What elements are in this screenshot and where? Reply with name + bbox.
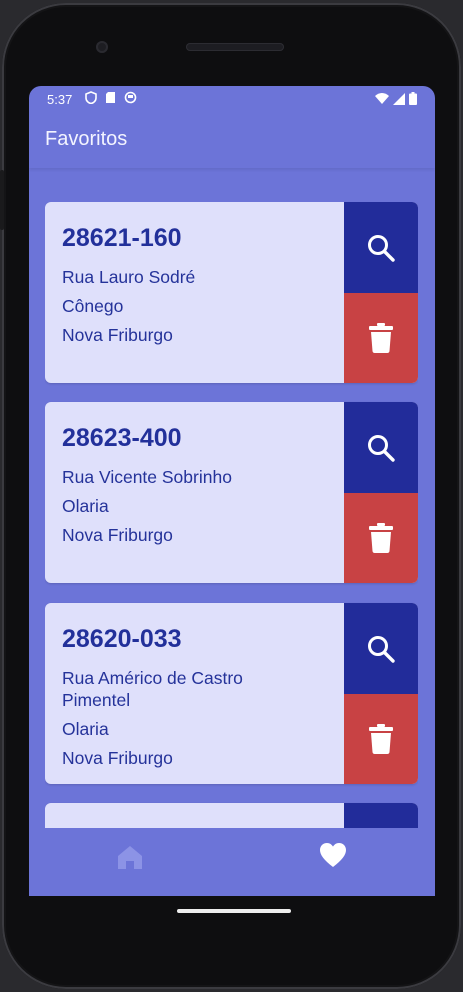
search-button[interactable] (344, 402, 418, 493)
heart-icon (320, 843, 346, 867)
trash-icon (369, 724, 393, 754)
gesture-home-pill[interactable] (177, 909, 291, 913)
battery-icon (409, 92, 417, 105)
shield-icon (85, 91, 97, 104)
status-system-icons (375, 92, 417, 105)
cep-code: 28623-400 (62, 424, 182, 452)
search-button[interactable] (344, 202, 418, 293)
card-actions (344, 803, 418, 828)
city-name: Nova Friburgo (62, 525, 173, 545)
side-button (0, 170, 4, 230)
page-title: Favoritos (45, 128, 128, 150)
neighborhood-name: Olaria (62, 496, 109, 516)
earpiece-speaker (186, 43, 284, 51)
search-button[interactable] (344, 803, 418, 828)
favorites-list[interactable]: 28621-160 Rua Lauro Sodré Cônego Nova Fr… (45, 202, 418, 828)
favorite-card-partial (45, 803, 418, 828)
favorite-card: 28623-400 Rua Vicente Sobrinho Olaria No… (45, 402, 418, 583)
sync-icon (124, 91, 137, 104)
app-screen: 5:37 Favoritos 28621-160 Rua Lauro Sodré… (29, 86, 435, 896)
favorite-card: 28621-160 Rua Lauro Sodré Cônego Nova Fr… (45, 202, 418, 383)
front-camera (96, 41, 108, 53)
search-icon (368, 234, 395, 262)
card-actions (344, 202, 418, 383)
neighborhood-name: Cônego (62, 296, 124, 316)
search-icon (368, 635, 395, 663)
delete-button[interactable] (344, 694, 418, 784)
card-actions (344, 603, 418, 784)
delete-button[interactable] (344, 293, 418, 383)
favorite-card-body: 28620-033 Rua Américo de Castro Pimentel… (45, 603, 344, 784)
cep-code: 28620-033 (62, 625, 182, 653)
neighborhood-name: Olaria (62, 719, 109, 739)
street-name: Rua Lauro Sodré (62, 267, 196, 287)
cep-code: 28621-160 (62, 224, 182, 252)
search-icon (368, 434, 395, 462)
favorite-card: 28620-033 Rua Américo de Castro Pimentel… (45, 603, 418, 784)
trash-icon (369, 523, 393, 553)
delete-button[interactable] (344, 493, 418, 583)
nav-home-button[interactable] (117, 844, 143, 875)
search-button[interactable] (344, 603, 418, 694)
top-app-bar: Favoritos (29, 112, 435, 168)
trash-icon (369, 323, 393, 353)
street-name: Rua Américo de Castro Pimentel (62, 668, 243, 710)
card-actions (344, 402, 418, 583)
bottom-navigation (29, 828, 435, 896)
status-bar: 5:37 (29, 86, 435, 112)
status-time: 5:37 (47, 92, 73, 107)
status-notification-icons (85, 91, 137, 104)
city-name: Nova Friburgo (62, 748, 173, 768)
city-name: Nova Friburgo (62, 325, 173, 345)
nav-favorites-button[interactable] (319, 842, 347, 873)
wifi-icon (375, 92, 389, 104)
favorite-card-body: 28621-160 Rua Lauro Sodré Cônego Nova Fr… (45, 202, 344, 383)
favorite-card-body: 28623-400 Rua Vicente Sobrinho Olaria No… (45, 402, 344, 583)
sd-card-icon (106, 92, 115, 103)
signal-icon (393, 92, 405, 105)
street-name: Rua Vicente Sobrinho (62, 467, 232, 487)
home-icon (118, 846, 142, 869)
